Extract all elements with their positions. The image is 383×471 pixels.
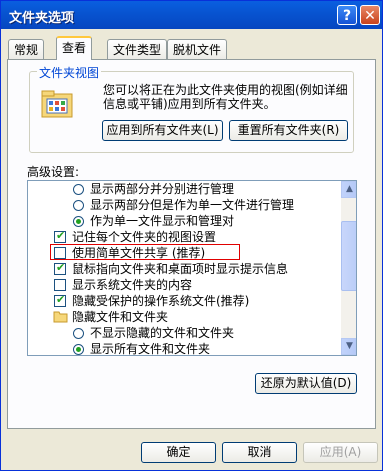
checkbox[interactable] — [54, 247, 66, 259]
tab-view[interactable]: 查看 — [56, 36, 93, 60]
list-item-label: 不显示隐藏的文件和文件夹 — [90, 326, 235, 340]
help-button[interactable]: ? — [337, 5, 357, 25]
chevron-up-icon: ▲ — [346, 184, 353, 194]
scroll-down-button[interactable]: ▼ — [341, 338, 356, 355]
radio-button-selected[interactable] — [73, 344, 84, 355]
scrollbar-thumb[interactable] — [341, 221, 356, 291]
list-item-label: 显示两部分但是作为单一文件进行管理 — [90, 198, 295, 212]
tab-offline-files[interactable]: 脱机文件 — [167, 39, 228, 59]
cancel-button[interactable]: 取消 — [222, 442, 297, 463]
close-button[interactable]: ✕ — [360, 5, 380, 25]
apply-button[interactable]: 应用(A) — [303, 442, 378, 463]
checkbox-checked[interactable]: ✔ — [54, 293, 66, 307]
close-icon: ✕ — [364, 8, 376, 24]
checkmark-icon: ✔ — [56, 293, 66, 306]
reset-all-folders-button[interactable]: 重置所有文件夹(R) — [229, 120, 348, 141]
list-item-label: 隐藏文件和文件夹 — [72, 310, 169, 324]
folder-view-description: 您可以将正在为此文件夹使用的视图(例如详细信息或平铺)应用到所有文件夹。 — [103, 83, 348, 111]
tab-general[interactable]: 常规 — [8, 39, 45, 59]
folder-options-dialog: 文件夹选项 ? ✕ 常规 查看 文件类型 脱机文件 文件夹视图 您可以将正在为此… — [0, 0, 383, 471]
list-item-label: 鼠标指向文件夹和桌面项时显示提示信息 — [72, 262, 289, 276]
list-item-label: 显示系统文件夹的内容 — [72, 278, 193, 292]
restore-defaults-button[interactable]: 还原为默认值(D) — [255, 373, 357, 394]
folder-view-icon — [41, 90, 73, 118]
radio-button[interactable] — [73, 200, 84, 211]
folder-icon — [53, 311, 68, 323]
checkmark-icon: ✔ — [56, 261, 66, 274]
ok-button[interactable]: 确定 — [141, 442, 216, 463]
title-bar[interactable]: 文件夹选项 ? ✕ — [1, 1, 382, 29]
list-item-label: 使用简单文件共享 (推荐) — [72, 246, 206, 260]
chevron-down-icon: ▼ — [346, 341, 353, 351]
vertical-scrollbar[interactable]: ▲ ▼ — [341, 181, 356, 355]
question-icon: ? — [342, 8, 352, 24]
checkbox-checked[interactable]: ✔ — [54, 229, 66, 243]
apply-to-all-folders-button[interactable]: 应用到所有文件夹(L) — [102, 120, 223, 141]
scroll-up-button[interactable]: ▲ — [341, 181, 356, 198]
checkbox-checked[interactable]: ✔ — [54, 261, 66, 275]
list-item-label: 显示两部分并分别进行管理 — [90, 182, 235, 196]
list-item-label: 显示所有文件和文件夹 — [90, 342, 211, 356]
radio-button-selected[interactable] — [73, 216, 84, 227]
checkbox[interactable] — [54, 279, 66, 291]
radio-button[interactable] — [73, 184, 84, 195]
radio-button[interactable] — [73, 328, 84, 339]
folder-view-legend: 文件夹视图 — [37, 64, 102, 81]
tab-file-types[interactable]: 文件类型 — [107, 39, 168, 59]
window-title: 文件夹选项 — [9, 11, 75, 26]
list-item-label: 隐藏受保护的操作系统文件(推荐) — [72, 294, 250, 308]
list-item-label: 作为单一文件显示和管理对 — [90, 214, 235, 228]
advanced-settings-label: 高级设置: — [27, 165, 80, 179]
list-item-label: 记住每个文件夹的视图设置 — [72, 230, 217, 244]
advanced-settings-list[interactable]: 显示两部分并分别进行管理 显示两部分但是作为单一文件进行管理 作为单一文件显示和… — [27, 180, 357, 356]
checkmark-icon: ✔ — [56, 229, 66, 242]
